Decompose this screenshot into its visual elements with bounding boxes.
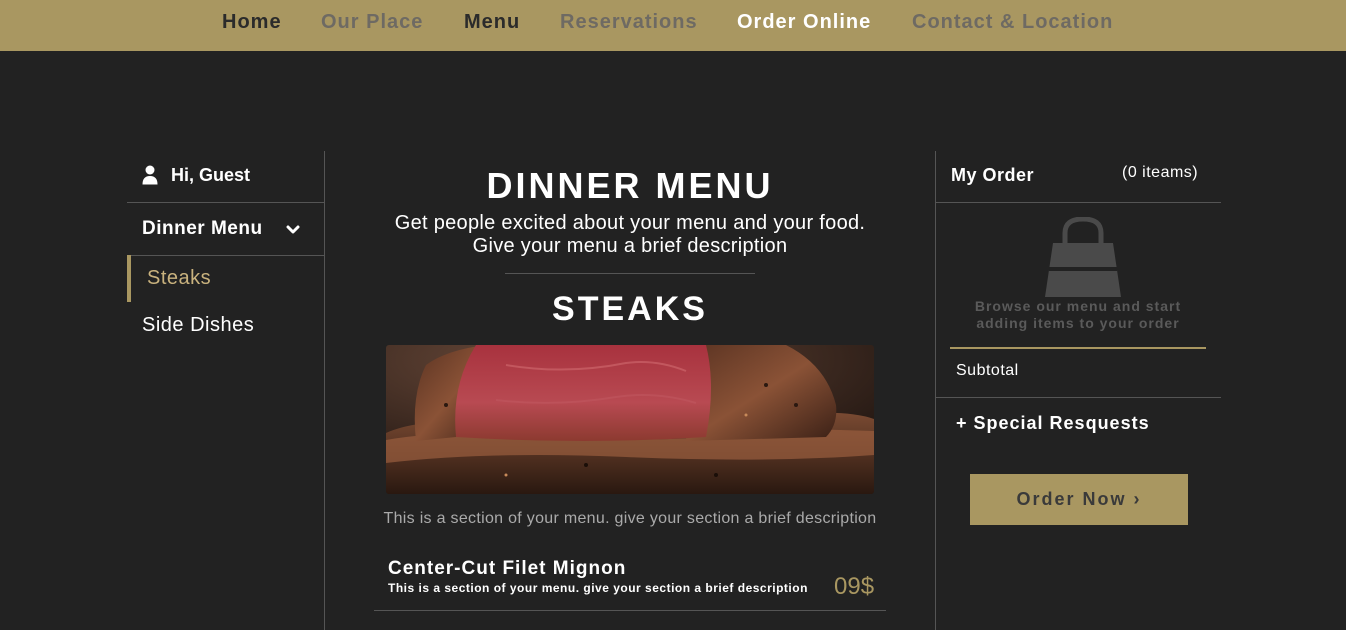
- menu-item-name: Center-Cut Filet Mignon: [388, 558, 627, 579]
- steak-image: [386, 345, 874, 494]
- sidebar-item-steaks[interactable]: Steaks: [127, 255, 325, 302]
- menu-description-line-2: Give your menu a brief description: [472, 235, 788, 257]
- menu-content: DINNER MENU Get people excited about you…: [325, 151, 935, 630]
- nav-link-home[interactable]: Home: [222, 11, 282, 34]
- nav-link-reservations[interactable]: Reservations: [560, 11, 698, 34]
- special-requests-link[interactable]: + Special Resquests: [956, 413, 1150, 434]
- menu-selector-dropdown[interactable]: Dinner Menu: [127, 203, 325, 256]
- shopping-bag-icon: [1045, 217, 1121, 297]
- order-title: My Order: [951, 165, 1035, 185]
- order-panel: My Order (0 iteams) Browse our menu and …: [935, 151, 1221, 630]
- subtotal-row: Subtotal: [936, 349, 1221, 398]
- nav-link-contact-location[interactable]: Contact & Location: [912, 11, 1113, 34]
- guest-greeting: Hi, Guest: [127, 151, 325, 203]
- nav-link-menu[interactable]: Menu: [464, 11, 520, 34]
- menu-item-description: This is a section of your menu. give you…: [388, 581, 808, 595]
- order-now-label: Order Now ›: [1016, 489, 1142, 509]
- nav-link-our-place[interactable]: Our Place: [321, 11, 423, 34]
- nav-link-order-online[interactable]: Order Online: [737, 11, 871, 34]
- sidebar-item-side-dishes[interactable]: Side Dishes: [142, 314, 254, 337]
- order-now-button[interactable]: Order Now ›: [970, 474, 1188, 525]
- menu-item-price: 09$: [834, 573, 875, 600]
- sidebar-item-label: Steaks: [147, 267, 212, 289]
- order-item-count: (0 iteams): [1122, 164, 1199, 181]
- order-header: My Order (0 iteams): [936, 151, 1221, 203]
- menu-description: Get people excited about your menu and y…: [325, 212, 935, 258]
- menu-item[interactable]: Center-Cut Filet Mignon This is a sectio…: [374, 553, 886, 611]
- user-icon: [142, 165, 158, 185]
- menu-description-line-1: Get people excited about your menu and y…: [394, 212, 866, 234]
- empty-order-message: Browse our menu and start adding items t…: [956, 298, 1200, 332]
- top-navigation-bar: Home Our Place Menu Reservations Order O…: [0, 0, 1346, 51]
- section-description: This is a section of your menu. give you…: [383, 510, 877, 527]
- guest-label: Hi, Guest: [171, 165, 251, 185]
- menu-selector-label: Dinner Menu: [142, 218, 263, 239]
- chevron-down-icon: [286, 225, 300, 234]
- menu-title: DINNER MENU: [486, 165, 774, 206]
- empty-order-line-1: Browse our menu and start: [974, 298, 1182, 314]
- section-title: STEAKS: [552, 290, 708, 328]
- chevron-right-icon: ›: [1133, 489, 1142, 509]
- empty-order-line-2: adding items to your order: [976, 315, 1180, 331]
- divider: [505, 273, 755, 274]
- menu-sidebar: Hi, Guest Dinner Menu Steaks Side Dishes: [127, 151, 325, 630]
- subtotal-label: Subtotal: [956, 362, 1019, 379]
